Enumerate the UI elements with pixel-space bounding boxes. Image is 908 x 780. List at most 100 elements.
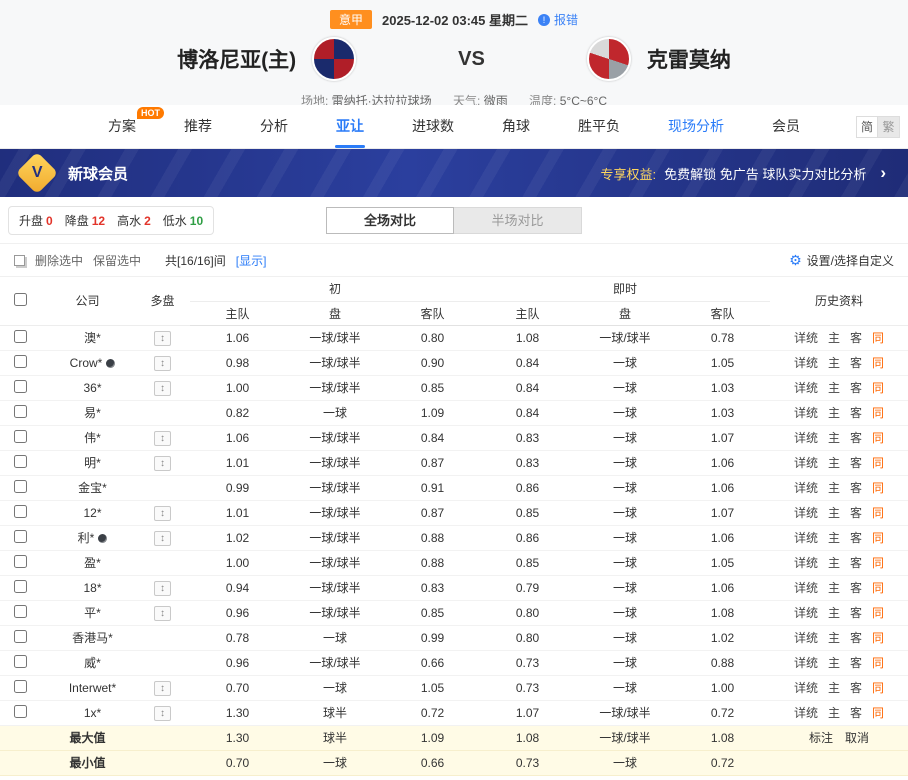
show-link[interactable]: [显示] [236, 252, 267, 269]
row-checkbox[interactable] [14, 705, 27, 718]
history-link-detail[interactable]: 详统 [794, 681, 818, 695]
history-link-same[interactable]: 同 [872, 331, 884, 345]
history-link-away[interactable]: 客 [850, 331, 862, 345]
history-link-home[interactable]: 主 [828, 631, 840, 645]
history-link-home[interactable]: 主 [828, 506, 840, 520]
row-checkbox[interactable] [14, 555, 27, 568]
history-link-home[interactable]: 主 [828, 456, 840, 470]
history-link-same[interactable]: 同 [872, 581, 884, 595]
mark-button[interactable]: 标注 [809, 731, 833, 745]
history-link-home[interactable]: 主 [828, 331, 840, 345]
history-link-away[interactable]: 客 [850, 606, 862, 620]
history-link-home[interactable]: 主 [828, 531, 840, 545]
row-checkbox[interactable] [14, 455, 27, 468]
history-link-away[interactable]: 客 [850, 481, 862, 495]
history-link-away[interactable]: 客 [850, 681, 862, 695]
history-link-home[interactable]: 主 [828, 656, 840, 670]
row-checkbox[interactable] [14, 405, 27, 418]
lang-traditional-button[interactable]: 繁 [878, 116, 900, 138]
company-cell[interactable]: Crow* [40, 350, 135, 375]
history-link-same[interactable]: 同 [872, 356, 884, 370]
report-error-link[interactable]: ! 报错 [538, 11, 578, 28]
history-link-home[interactable]: 主 [828, 681, 840, 695]
row-checkbox[interactable] [14, 480, 27, 493]
row-checkbox[interactable] [14, 380, 27, 393]
history-link-same[interactable]: 同 [872, 381, 884, 395]
company-cell[interactable]: 金宝* [40, 475, 135, 500]
history-link-detail[interactable]: 详统 [794, 556, 818, 570]
tab-live-analysis[interactable]: 现场分析 [644, 105, 748, 148]
lang-simplified-button[interactable]: 简 [856, 116, 878, 138]
history-link-home[interactable]: 主 [828, 581, 840, 595]
multi-odds-icon[interactable]: ↕ [154, 431, 171, 446]
history-link-same[interactable]: 同 [872, 481, 884, 495]
history-link-away[interactable]: 客 [850, 656, 862, 670]
history-link-away[interactable]: 客 [850, 431, 862, 445]
history-link-same[interactable]: 同 [872, 681, 884, 695]
tab-asian-handicap[interactable]: 亚让 [312, 105, 388, 148]
history-link-detail[interactable]: 详统 [794, 606, 818, 620]
history-link-home[interactable]: 主 [828, 381, 840, 395]
history-link-home[interactable]: 主 [828, 406, 840, 420]
company-cell[interactable]: 易* [40, 400, 135, 425]
history-link-detail[interactable]: 详统 [794, 506, 818, 520]
company-cell[interactable]: 威* [40, 650, 135, 675]
keep-selected-button[interactable]: 保留选中 [93, 252, 141, 269]
row-checkbox[interactable] [14, 605, 27, 618]
row-checkbox[interactable] [14, 505, 27, 518]
row-checkbox[interactable] [14, 530, 27, 543]
history-link-detail[interactable]: 详统 [794, 331, 818, 345]
row-checkbox[interactable] [14, 630, 27, 643]
company-cell[interactable]: 利* [40, 525, 135, 550]
tab-recommend[interactable]: 推荐 [160, 105, 236, 148]
company-cell[interactable]: 盈* [40, 550, 135, 575]
history-link-same[interactable]: 同 [872, 431, 884, 445]
history-link-away[interactable]: 客 [850, 456, 862, 470]
company-cell[interactable]: 伟* [40, 425, 135, 450]
history-link-detail[interactable]: 详统 [794, 631, 818, 645]
tab-plan[interactable]: 方案HOT [84, 105, 160, 148]
history-link-detail[interactable]: 详统 [794, 706, 818, 720]
history-link-home[interactable]: 主 [828, 356, 840, 370]
settings-button[interactable]: ⚙ 设置/选择自定义 [789, 252, 894, 269]
company-cell[interactable]: 1x* [40, 700, 135, 725]
company-cell[interactable]: 明* [40, 450, 135, 475]
multi-odds-icon[interactable]: ↕ [154, 456, 171, 471]
company-cell[interactable]: 36* [40, 375, 135, 400]
multi-odds-icon[interactable]: ↕ [154, 356, 171, 371]
history-link-away[interactable]: 客 [850, 531, 862, 545]
history-link-same[interactable]: 同 [872, 631, 884, 645]
multi-odds-icon[interactable]: ↕ [154, 606, 171, 621]
history-link-home[interactable]: 主 [828, 556, 840, 570]
history-link-detail[interactable]: 详统 [794, 531, 818, 545]
history-link-away[interactable]: 客 [850, 631, 862, 645]
company-cell[interactable]: Interwet* [40, 675, 135, 700]
chevron-right-icon[interactable]: › [880, 163, 886, 183]
tab-analysis[interactable]: 分析 [236, 105, 312, 148]
multi-odds-icon[interactable]: ↕ [154, 531, 171, 546]
row-checkbox[interactable] [14, 655, 27, 668]
history-link-away[interactable]: 客 [850, 506, 862, 520]
history-link-detail[interactable]: 详统 [794, 581, 818, 595]
history-link-away[interactable]: 客 [850, 381, 862, 395]
tab-corners[interactable]: 角球 [478, 105, 554, 148]
multi-odds-icon[interactable]: ↕ [154, 706, 171, 721]
history-link-detail[interactable]: 详统 [794, 381, 818, 395]
history-link-away[interactable]: 客 [850, 356, 862, 370]
history-link-same[interactable]: 同 [872, 531, 884, 545]
multi-odds-icon[interactable]: ↕ [154, 581, 171, 596]
half-match-toggle[interactable]: 半场对比 [454, 207, 582, 234]
history-link-same[interactable]: 同 [872, 606, 884, 620]
history-link-home[interactable]: 主 [828, 431, 840, 445]
row-checkbox[interactable] [14, 330, 27, 343]
row-checkbox[interactable] [14, 430, 27, 443]
company-cell[interactable]: 12* [40, 500, 135, 525]
tab-member[interactable]: 会员 [748, 105, 824, 148]
history-link-same[interactable]: 同 [872, 556, 884, 570]
row-checkbox[interactable] [14, 355, 27, 368]
history-link-detail[interactable]: 详统 [794, 431, 818, 445]
row-checkbox[interactable] [14, 580, 27, 593]
multi-odds-icon[interactable]: ↕ [154, 381, 171, 396]
history-link-same[interactable]: 同 [872, 506, 884, 520]
multi-odds-icon[interactable]: ↕ [154, 681, 171, 696]
